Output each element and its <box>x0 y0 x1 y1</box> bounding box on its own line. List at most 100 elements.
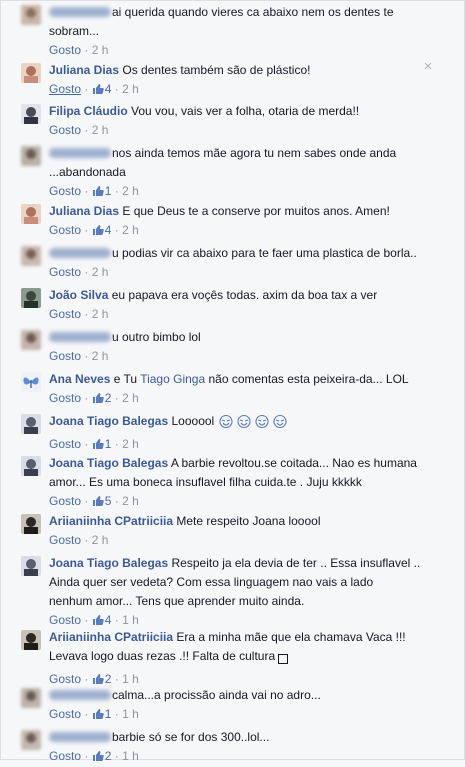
author-name[interactable]: Juliana Dias <box>49 204 119 218</box>
blurred-author-name[interactable] <box>49 147 111 158</box>
avatar[interactable] <box>21 688 41 708</box>
timestamp[interactable]: 2 h <box>92 123 109 137</box>
thumbs-up-icon[interactable] <box>92 82 104 100</box>
like-link[interactable]: Gosto <box>49 533 81 547</box>
avatar[interactable] <box>21 330 41 350</box>
like-count[interactable]: 1 <box>105 707 112 721</box>
thumbs-up-icon[interactable] <box>92 707 104 725</box>
author-name[interactable]: João Silva <box>49 288 108 302</box>
thumbs-up-icon[interactable] <box>92 184 104 202</box>
comment-text: Respeito ja ela devia de ter .. Essa ins… <box>171 556 421 570</box>
avatar[interactable] <box>21 63 41 83</box>
thumbs-up-icon[interactable] <box>92 494 104 512</box>
timestamp[interactable]: 2 h <box>92 349 109 363</box>
thumbs-up-icon[interactable] <box>92 437 104 455</box>
timestamp[interactable]: 1 h <box>122 707 139 721</box>
blurred-author-name[interactable] <box>49 689 111 700</box>
comment-text: Os dentes também são de plástico! <box>122 63 311 77</box>
like-count[interactable]: 5 <box>105 494 112 508</box>
timestamp[interactable]: 2 h <box>122 494 139 508</box>
timestamp[interactable]: 1 h <box>122 749 139 763</box>
author-name[interactable]: Juliana Dias <box>49 63 119 77</box>
like-link[interactable]: Gosto <box>49 391 81 405</box>
timestamp[interactable]: 2 h <box>92 533 109 547</box>
like-count[interactable]: 2 <box>105 672 112 686</box>
like-count[interactable]: 4 <box>105 613 112 627</box>
avatar[interactable] <box>21 414 41 434</box>
comment-text-cont: Levava logo duas rezas .!! Falta de cult… <box>49 649 276 663</box>
avatar[interactable] <box>21 456 41 476</box>
like-link[interactable]: Gosto <box>49 494 81 508</box>
like-link[interactable]: Gosto <box>49 223 81 237</box>
avatar[interactable] <box>21 630 41 650</box>
mention-link[interactable]: Tiago Ginga <box>140 372 205 386</box>
timestamp[interactable]: 2 h <box>92 307 109 321</box>
thumbs-up-icon[interactable] <box>92 391 104 409</box>
author-name[interactable]: Joana Tiago Balegas <box>49 556 168 570</box>
comment-text-cont: nenhum amor... Tens que aprender muito a… <box>49 594 305 608</box>
close-icon[interactable]: × <box>422 59 434 74</box>
like-link[interactable]: Gosto <box>49 613 81 627</box>
like-count[interactable]: 4 <box>105 82 112 96</box>
like-count[interactable]: 2 <box>105 391 112 405</box>
like-link[interactable]: Gosto <box>49 307 81 321</box>
like-link[interactable]: Gosto <box>49 672 81 686</box>
like-link[interactable]: Gosto <box>49 184 81 198</box>
like-link[interactable]: Gosto <box>49 749 81 763</box>
timestamp[interactable]: 2 h <box>122 184 139 198</box>
like-link[interactable]: Gosto <box>49 123 81 137</box>
avatar[interactable] <box>21 5 41 25</box>
like-count[interactable]: 1 <box>105 437 112 451</box>
like-link[interactable]: Gosto <box>49 437 81 451</box>
comment-text-cont: sobram... <box>49 24 100 38</box>
blurred-author-name[interactable] <box>49 731 111 742</box>
blurred-author-name[interactable] <box>49 331 111 342</box>
like-count[interactable]: 1 <box>105 184 112 198</box>
comment-text: eu papava era voçês todas. axim da boa t… <box>111 288 378 302</box>
avatar[interactable] <box>21 288 41 308</box>
like-link[interactable]: Gosto <box>49 707 81 721</box>
avatar[interactable] <box>21 556 41 576</box>
thumbs-up-icon[interactable] <box>92 223 104 241</box>
timestamp[interactable]: 2 h <box>92 265 109 279</box>
comment-text-pre: e Tu <box>113 372 138 386</box>
avatar[interactable] <box>21 104 41 124</box>
timestamp[interactable]: 2 h <box>122 223 139 237</box>
timestamp[interactable]: 2 h <box>122 82 139 96</box>
author-name[interactable]: Ariianiinha CPatriiciia <box>49 514 173 528</box>
timestamp[interactable]: 1 h <box>122 613 139 627</box>
author-name[interactable]: Ana Neves <box>49 372 110 386</box>
like-count[interactable]: 2 <box>105 749 112 763</box>
avatar[interactable] <box>21 246 41 266</box>
comment-text: A barbie revoltou.se coitada... Nao es h… <box>170 456 417 470</box>
comment-text-cont: ...abandonada <box>49 165 126 179</box>
comment-text: E que Deus te a conserve por muitos anos… <box>122 204 390 218</box>
avatar[interactable] <box>21 514 41 534</box>
timestamp[interactable]: 2 h <box>92 43 109 57</box>
like-link[interactable]: Gosto <box>49 265 81 279</box>
comment-text: u outro bimbo lol <box>112 330 201 344</box>
comment-text: não comentas esta peixeira-da... LOL <box>208 372 409 386</box>
comment-text: Era a minha mãe que ela chamava Vaca !!! <box>176 630 406 644</box>
like-link[interactable]: Gosto <box>49 349 81 363</box>
avatar[interactable] <box>21 146 41 166</box>
timestamp[interactable]: 2 h <box>122 391 139 405</box>
author-name[interactable]: Joana Tiago Balegas <box>49 414 168 428</box>
author-name[interactable]: Joana Tiago Balegas <box>49 456 168 470</box>
author-name[interactable]: Filipa Cláudio <box>49 104 128 118</box>
blurred-author-name[interactable] <box>49 247 111 258</box>
avatar[interactable] <box>21 204 41 224</box>
timestamp[interactable]: 1 h <box>122 672 139 686</box>
timestamp[interactable]: 2 h <box>122 437 139 451</box>
blurred-author-name[interactable] <box>49 6 111 17</box>
author-name[interactable]: Ariianiinha CPatriiciia <box>49 630 173 644</box>
like-link[interactable]: Gosto <box>49 43 81 57</box>
thumbs-up-icon[interactable] <box>92 749 104 767</box>
comment-text: Mete respeito Joana looool <box>176 514 321 528</box>
comment-text: calma...a procissão ainda vai no adro... <box>112 688 321 702</box>
avatar[interactable] <box>21 730 41 750</box>
avatar[interactable] <box>21 372 41 392</box>
like-link[interactable]: Gosto <box>49 82 81 96</box>
like-count[interactable]: 4 <box>105 223 112 237</box>
comment-text: Loooool <box>171 414 215 428</box>
